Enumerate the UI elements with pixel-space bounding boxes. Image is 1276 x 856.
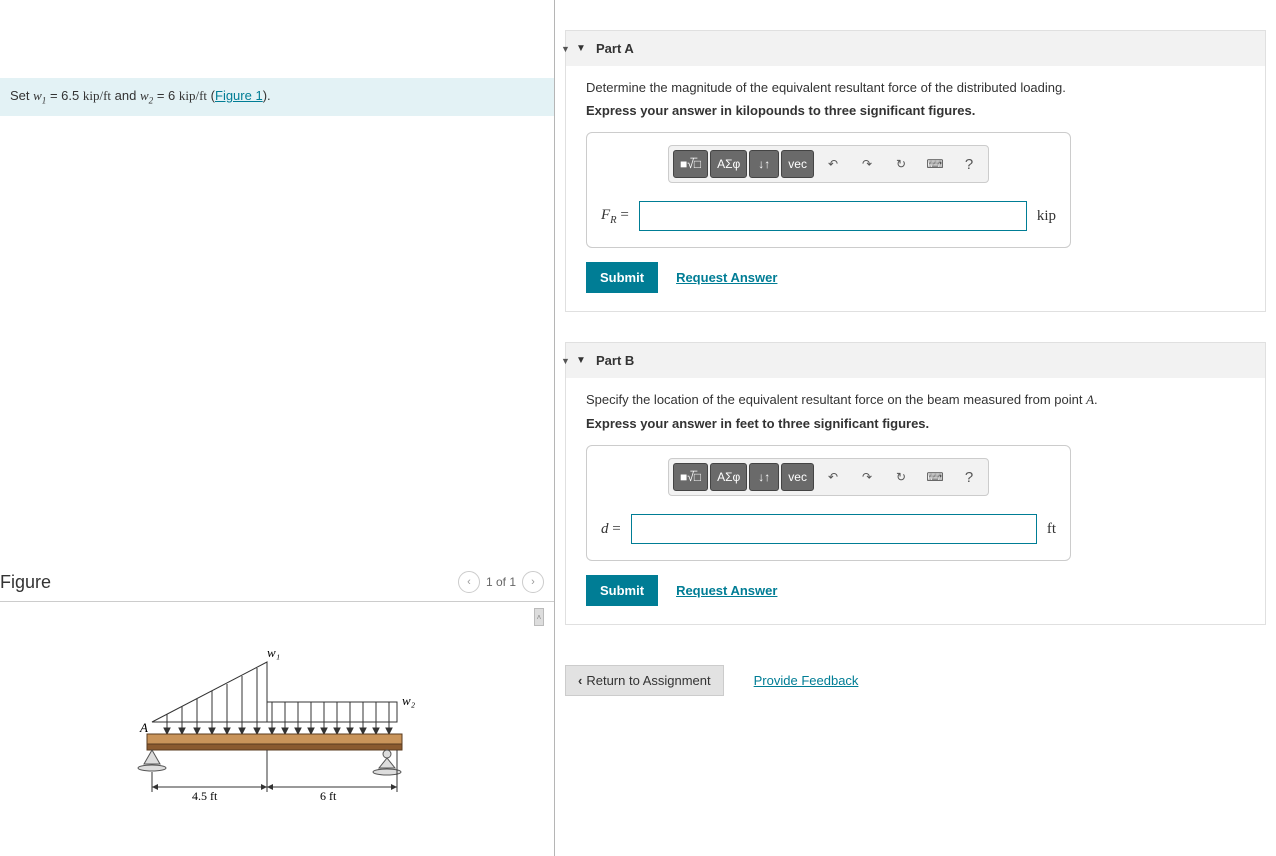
var-d: d: [601, 521, 609, 537]
part-b-header[interactable]: ▼ Part B: [566, 343, 1265, 378]
answer-box-b: ■√̅□ ΑΣφ ↓↑ vec ↶ ↷ ↻ ⌨ ? d: [586, 445, 1071, 561]
label-A: A: [139, 720, 148, 735]
w2-sub: 2: [149, 96, 154, 106]
chevron-left-icon: ‹: [578, 673, 582, 688]
q-suffix: .: [1094, 392, 1098, 407]
pager-text: 1 of 1: [486, 575, 516, 589]
greek-button[interactable]: ΑΣφ: [710, 150, 747, 178]
eq-sign-b: =: [612, 521, 620, 537]
figure-title: Figure: [0, 572, 51, 593]
keyboard-button[interactable]: ⌨: [920, 463, 950, 491]
label-w2: w₂: [402, 693, 416, 708]
part-b-question: Specify the location of the equivalent r…: [586, 392, 1245, 408]
answer-box-a: ■√̅□ ΑΣφ ↓↑ vec ↶ ↷ ↻ ⌨ ? FR: [586, 132, 1071, 248]
vec-button[interactable]: vec: [781, 150, 814, 178]
scroll-up-icon[interactable]: ˄: [534, 608, 544, 626]
collapse-icon: ▼: [576, 355, 586, 366]
redo-button[interactable]: ↷: [852, 150, 882, 178]
return-label: Return to Assignment: [586, 673, 710, 688]
beam-diagram: A w₁ w₂ 4.5 ft 6 ft: [122, 642, 432, 822]
figure-link[interactable]: Figure 1: [215, 88, 263, 103]
part-a-instruction: Express your answer in kilopounds to thr…: [586, 103, 1245, 118]
eq-sign-a: =: [620, 207, 628, 223]
w2-unit: kip/ft: [179, 88, 207, 103]
templates-button[interactable]: ■√̅□: [673, 463, 708, 491]
subsup-button[interactable]: ↓↑: [749, 150, 779, 178]
var-FR: F: [601, 207, 610, 223]
part-b: ▼ Part B Specify the location of the equ…: [565, 342, 1266, 625]
part-a-header[interactable]: ▼ Part A: [566, 31, 1265, 66]
greek-button[interactable]: ΑΣφ: [710, 463, 747, 491]
eq-toolbar-b: ■√̅□ ΑΣφ ↓↑ vec ↶ ↷ ↻ ⌨ ?: [668, 458, 989, 496]
undo-button[interactable]: ↶: [818, 463, 848, 491]
pager-prev-button[interactable]: ‹: [458, 571, 480, 593]
redo-button[interactable]: ↷: [852, 463, 882, 491]
and-text: and: [115, 88, 140, 103]
eq-toolbar-a: ■√̅□ ΑΣφ ↓↑ vec ↶ ↷ ↻ ⌨ ?: [668, 145, 989, 183]
keyboard-button[interactable]: ⌨: [920, 150, 950, 178]
q-prefix: Specify the location of the equivalent r…: [586, 392, 1086, 407]
provide-feedback-link[interactable]: Provide Feedback: [754, 673, 859, 688]
unit-b: ft: [1047, 521, 1056, 538]
submit-button-b[interactable]: Submit: [586, 575, 658, 606]
q-point-A: A: [1086, 392, 1094, 407]
undo-button[interactable]: ↶: [818, 150, 848, 178]
part-b-instruction: Express your answer in feet to three sig…: [586, 416, 1245, 431]
collapse-icon: ▼: [576, 43, 586, 54]
submit-button-a[interactable]: Submit: [586, 262, 658, 293]
problem-text-set: Set: [10, 88, 33, 103]
w2-eq: = 6: [157, 88, 179, 103]
part-b-title: Part B: [596, 353, 634, 368]
unit-a: kip: [1037, 208, 1056, 225]
var-FR-sub: R: [610, 215, 616, 226]
answer-input-b[interactable]: [631, 514, 1037, 544]
part-a-title: Part A: [596, 41, 634, 56]
reset-button[interactable]: ↻: [886, 463, 916, 491]
reset-button[interactable]: ↻: [886, 150, 916, 178]
templates-button[interactable]: ■√̅□: [673, 150, 708, 178]
figure-panel: Figure ‹ 1 of 1 › ˄: [0, 571, 554, 856]
w1-eq: = 6.5: [50, 88, 83, 103]
return-button[interactable]: ‹ Return to Assignment: [565, 665, 724, 696]
vec-button[interactable]: vec: [781, 463, 814, 491]
part-a-question: Determine the magnitude of the equivalen…: [586, 80, 1245, 95]
dim2: 6 ft: [320, 789, 337, 803]
w1-symbol: w: [33, 88, 42, 103]
label-w1: w₁: [267, 645, 280, 660]
help-button[interactable]: ?: [954, 150, 984, 178]
problem-statement: Set w1 = 6.5 kip/ft and w2 = 6 kip/ft (F…: [0, 78, 554, 116]
w1-unit: kip/ft: [83, 88, 111, 103]
w1-sub: 1: [42, 96, 47, 106]
request-answer-b[interactable]: Request Answer: [676, 583, 777, 598]
dim1: 4.5 ft: [192, 789, 218, 803]
paren-close: ).: [263, 88, 271, 103]
pager-next-button[interactable]: ›: [522, 571, 544, 593]
help-button[interactable]: ?: [954, 463, 984, 491]
request-answer-a[interactable]: Request Answer: [676, 270, 777, 285]
subsup-button[interactable]: ↓↑: [749, 463, 779, 491]
w2-symbol: w: [140, 88, 149, 103]
figure-pager: ‹ 1 of 1 ›: [458, 571, 544, 593]
answer-input-a[interactable]: [639, 201, 1027, 231]
part-a: ▼ Part A Determine the magnitude of the …: [565, 30, 1266, 312]
